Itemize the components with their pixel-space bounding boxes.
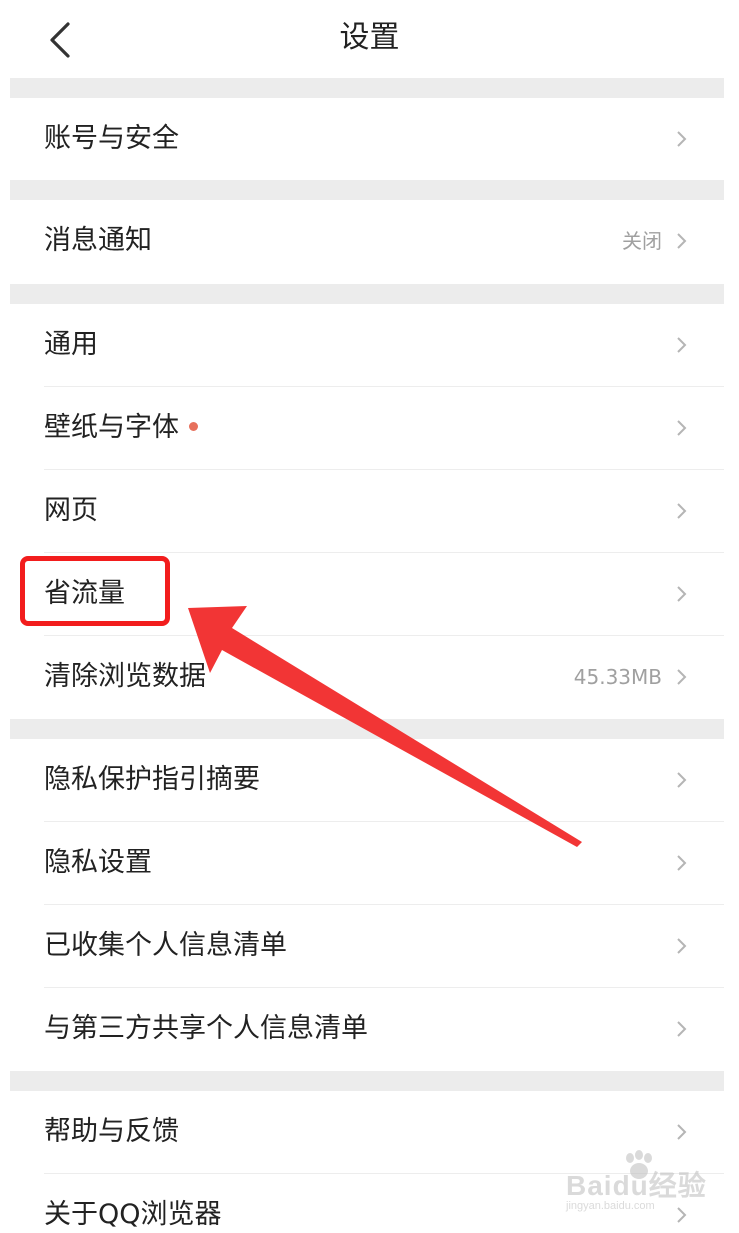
- row-label: 隐私设置: [44, 847, 152, 878]
- row-label: 清除浏览数据: [44, 661, 206, 692]
- row-label-text: 壁纸与字体: [44, 412, 179, 443]
- row-label: 帮助与反馈: [44, 1116, 179, 1147]
- page-title: 设置: [339, 20, 400, 55]
- row-privacy-settings[interactable]: 隐私设置: [10, 822, 724, 904]
- row-webpage[interactable]: 网页: [10, 470, 724, 552]
- row-label: 省流量: [44, 578, 125, 609]
- chevron-right-icon: [677, 233, 687, 249]
- row-label: 隐私保护指引摘要: [44, 764, 260, 795]
- row-third-party-share-list[interactable]: 与第三方共享个人信息清单: [10, 988, 724, 1070]
- row-wallpaper-font[interactable]: 壁纸与字体: [10, 387, 724, 469]
- row-label: 消息通知: [44, 225, 152, 256]
- chevron-right-icon: [677, 586, 687, 602]
- chevron-right-icon: [677, 337, 687, 353]
- section-gap: [10, 1071, 724, 1091]
- row-label: 已收集个人信息清单: [44, 930, 287, 961]
- chevron-right-icon: [677, 1021, 687, 1037]
- red-dot-badge: [189, 422, 198, 431]
- section-gap: [10, 284, 724, 304]
- section-gap: [10, 78, 724, 98]
- row-value: 45.33MB: [573, 665, 662, 689]
- row-label: 网页: [44, 495, 98, 526]
- section-gap: [10, 719, 724, 739]
- row-collected-info-list[interactable]: 已收集个人信息清单: [10, 905, 724, 987]
- row-label: 通用: [44, 329, 98, 360]
- chevron-right-icon: [677, 1207, 687, 1223]
- row-label: 关于QQ浏览器: [44, 1199, 222, 1230]
- chevron-right-icon: [677, 669, 687, 685]
- row-data-saver[interactable]: 省流量: [10, 553, 724, 635]
- chevron-right-icon: [677, 420, 687, 436]
- row-account-security[interactable]: 账号与安全: [10, 98, 724, 180]
- navigation-bar: 设置: [0, 0, 739, 78]
- row-privacy-guide-summary[interactable]: 隐私保护指引摘要: [10, 739, 724, 821]
- chevron-right-icon: [677, 855, 687, 871]
- chevron-right-icon: [677, 503, 687, 519]
- row-label: 壁纸与字体: [44, 387, 198, 469]
- row-about-qq-browser[interactable]: 关于QQ浏览器: [10, 1174, 724, 1233]
- chevron-right-icon: [677, 772, 687, 788]
- row-general[interactable]: 通用: [10, 304, 724, 386]
- chevron-right-icon: [677, 131, 687, 147]
- chevron-right-icon: [677, 1124, 687, 1140]
- row-clear-browsing-data[interactable]: 清除浏览数据 45.33MB: [10, 636, 724, 718]
- section-gap: [10, 180, 724, 200]
- settings-screen: 设置 账号与安全 消息通知 关闭 通用 壁纸与字体 网页 省流量 清除浏览数据 …: [0, 0, 739, 1233]
- row-label: 账号与安全: [44, 123, 179, 154]
- chevron-right-icon: [677, 938, 687, 954]
- row-help-feedback[interactable]: 帮助与反馈: [10, 1091, 724, 1173]
- row-label: 与第三方共享个人信息清单: [44, 1013, 368, 1044]
- row-message-notification[interactable]: 消息通知 关闭: [10, 200, 724, 282]
- row-value: 关闭: [622, 229, 662, 253]
